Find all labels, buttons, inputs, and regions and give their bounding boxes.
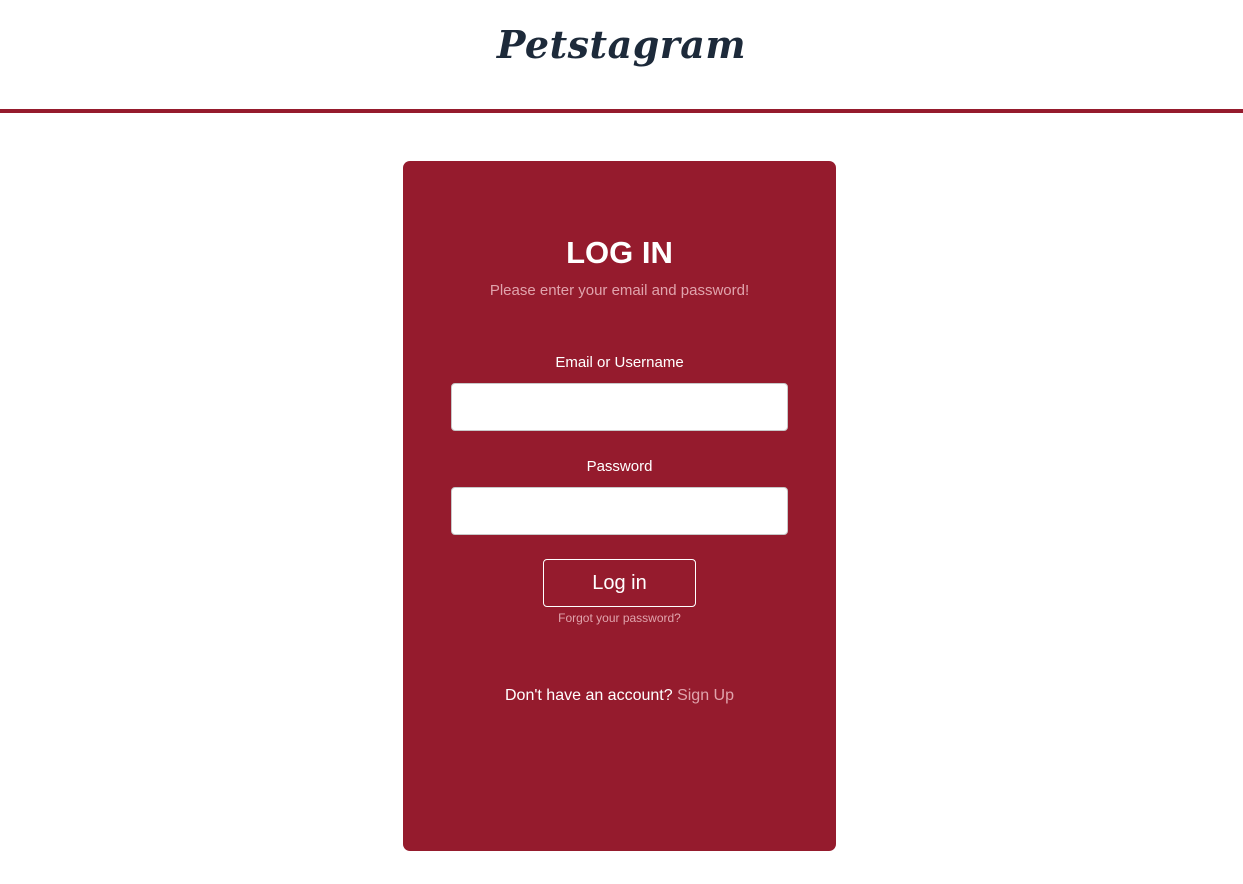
login-button[interactable]: Log in xyxy=(543,559,696,607)
login-subtitle: Please enter your email and password! xyxy=(489,282,750,299)
password-field[interactable] xyxy=(451,487,788,535)
signup-row: Don't have an account? Sign Up xyxy=(403,685,836,707)
login-card: LOG IN Please enter your email and passw… xyxy=(403,161,836,851)
email-label: Email or Username xyxy=(555,354,684,371)
email-field[interactable] xyxy=(451,383,788,431)
password-label: Password xyxy=(586,458,653,475)
signup-prompt: Don't have an account? xyxy=(505,687,673,704)
signup-link[interactable]: Sign Up xyxy=(677,687,734,704)
forgot-password-link[interactable]: Forgot your password? xyxy=(403,610,836,626)
site-header: Petstagram xyxy=(0,0,1243,113)
brand-logo[interactable]: Petstagram xyxy=(0,22,1243,67)
login-title: LOG IN xyxy=(566,235,673,270)
